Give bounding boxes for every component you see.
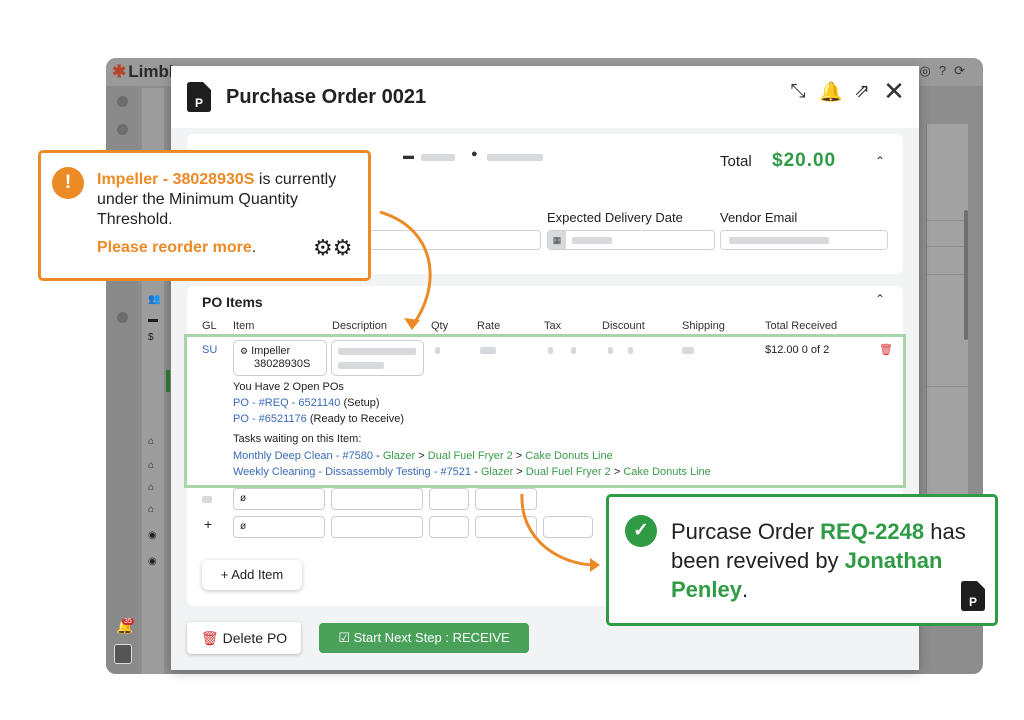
column-header-rate: Rate: [477, 320, 501, 332]
globe-icon[interactable]: ◉: [148, 556, 157, 567]
column-header-description: Description: [332, 320, 388, 332]
dollar-icon[interactable]: $: [148, 332, 154, 343]
collapse-icon[interactable]: ⤡: [787, 81, 809, 103]
delete-po-button[interactable]: 🗑 Delete PO: [187, 622, 301, 654]
add-row-icon[interactable]: +: [204, 516, 212, 532]
item-select[interactable]: ø: [233, 488, 325, 510]
home-icon[interactable]: ⌂: [148, 460, 154, 471]
sidebar-nav-icon[interactable]: [117, 312, 128, 323]
sidebar-nav-icon[interactable]: [117, 124, 128, 135]
logo-mark-icon: ✱: [112, 62, 127, 81]
column-header-item: Item: [233, 320, 255, 332]
svg-text:P: P: [969, 595, 977, 609]
column-header-qty: Qty: [431, 320, 449, 332]
po-document-icon: P: [187, 82, 211, 112]
expected-delivery-label: Expected Delivery Date: [547, 210, 683, 225]
chevron-up-icon[interactable]: ⌃: [875, 292, 885, 306]
reorder-line: Please reorder more.: [97, 239, 257, 256]
po-number: REQ-2248: [820, 519, 925, 544]
column-header-shipping: Shipping: [682, 320, 725, 332]
warning-message: Impeller - 38028930S is currently under …: [97, 171, 337, 228]
qty-field[interactable]: [429, 516, 469, 538]
rate-field[interactable]: [475, 516, 537, 538]
home-icon[interactable]: ⌂: [148, 482, 154, 493]
share-icon[interactable]: ⇗: [851, 80, 873, 103]
total-label: Total: [720, 153, 752, 170]
gears-icon: ⚙⚙: [313, 235, 353, 260]
globe-icon[interactable]: ◉: [148, 530, 157, 541]
card-icon: ▬: [403, 150, 414, 162]
description-field[interactable]: [331, 516, 423, 538]
po-received-callout: ✓ Purcase Order REQ-2248 has been reveiv…: [606, 494, 998, 626]
tax-field[interactable]: [543, 516, 593, 538]
alert-icon: !: [52, 167, 84, 199]
description-field[interactable]: [331, 488, 423, 510]
rate-field[interactable]: [475, 488, 537, 510]
total-value: $20.00: [772, 150, 837, 171]
add-item-button[interactable]: + Add Item: [202, 560, 302, 590]
column-header-discount: Discount: [602, 320, 645, 332]
page-title: Purchase Order 0021: [226, 86, 427, 108]
sidebar-nav-icon[interactable]: [117, 96, 128, 107]
vendor-email-field[interactable]: [720, 230, 888, 250]
min-quantity-warning-callout: ! Impeller - 38028930S is currently unde…: [38, 150, 371, 281]
notification-badge: 35: [122, 618, 134, 625]
start-next-step-button[interactable]: ☑ Start Next Step : RECEIVE: [319, 623, 529, 653]
item-link[interactable]: Impeller - 38028930S: [97, 171, 254, 188]
qty-field[interactable]: [429, 488, 469, 510]
po-document-icon: P: [961, 581, 985, 611]
close-icon[interactable]: ✕: [883, 76, 905, 107]
item-highlight-frame: [184, 334, 906, 488]
scrollbar[interactable]: [964, 210, 968, 340]
column-header-total-received: Total Received: [765, 320, 838, 332]
reorder-link[interactable]: Please reorder more: [97, 239, 252, 256]
item-select[interactable]: ø: [233, 516, 325, 538]
modal-header: P Purchase Order 0021 ⤡ 🔔 ⇗ ✕: [171, 66, 919, 128]
trash-icon: 🗑: [200, 630, 219, 646]
avatar[interactable]: [114, 644, 132, 664]
card-icon[interactable]: ▬: [148, 314, 158, 325]
svg-text:P: P: [195, 96, 203, 110]
column-header-gl: GL: [202, 320, 217, 332]
panel-active-indicator: [166, 370, 170, 392]
users-icon[interactable]: 👥: [148, 294, 160, 305]
po-items-title: PO Items: [202, 294, 263, 310]
home-icon[interactable]: ⌂: [148, 436, 154, 447]
header-actions: ⤡ 🔔 ⇗ ✕: [787, 76, 905, 107]
received-message: Purcase Order REQ-2248 has been reveived…: [671, 519, 966, 602]
vendor-email-label: Vendor Email: [720, 210, 798, 225]
check-icon: ✓: [625, 515, 657, 547]
app-logo: ✱ Limbl: [112, 62, 174, 81]
chevron-up-icon[interactable]: ⌃: [875, 154, 885, 168]
po-field[interactable]: [363, 230, 541, 250]
person-icon: ●: [471, 148, 478, 160]
column-header-tax: Tax: [544, 320, 562, 332]
calendar-icon[interactable]: ▦: [548, 231, 566, 249]
bell-icon[interactable]: 🔔: [819, 80, 843, 104]
home-icon[interactable]: ⌂: [148, 504, 154, 515]
expected-delivery-field[interactable]: ▦: [547, 230, 715, 250]
